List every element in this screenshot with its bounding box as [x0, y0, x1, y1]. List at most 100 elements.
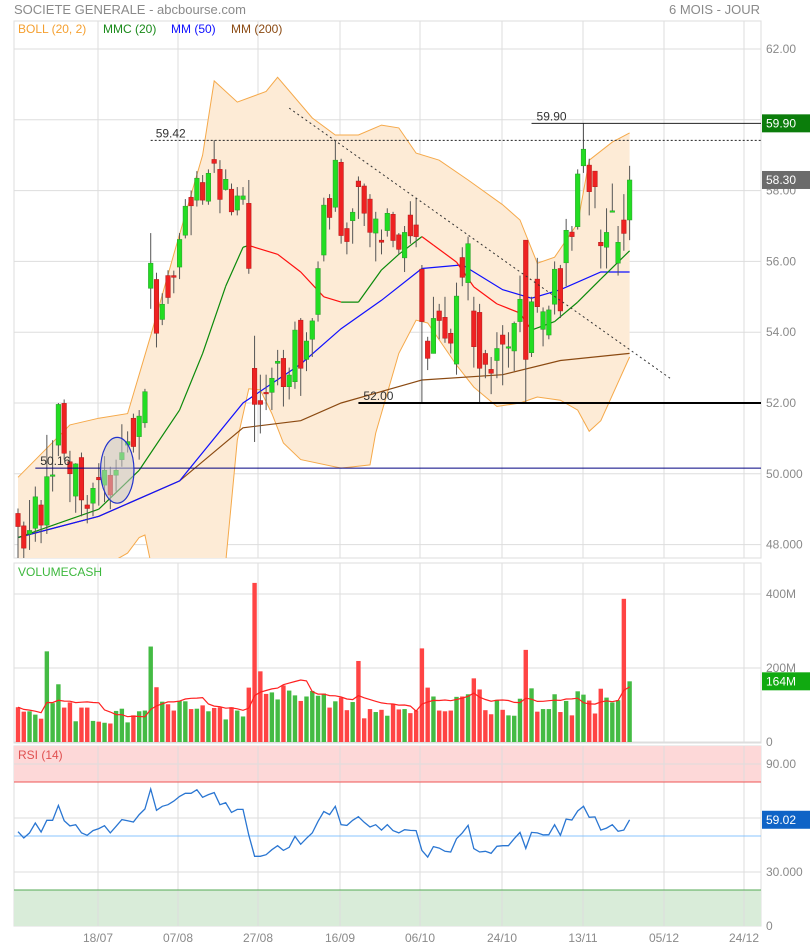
candle-body-down [459, 257, 465, 278]
candle-body-down [338, 162, 344, 236]
candle-body-down [367, 198, 373, 233]
chart-title: SOCIETE GENERALE - abcbourse.com [14, 2, 246, 17]
legend-mmc20[interactable]: MMC (20) [103, 22, 156, 36]
candle-body-down [38, 504, 44, 526]
candle-body-up [205, 173, 211, 202]
legend-mm50[interactable]: MM (50) [171, 22, 216, 36]
rsi-oversold-zone [14, 890, 761, 926]
candle-body-up [528, 301, 535, 353]
volume-tick-label: 0 [766, 735, 773, 749]
candle-body-down [442, 317, 448, 339]
rsi-tick-label: 30.000 [766, 865, 803, 879]
period-selector[interactable]: 6 MOIS - JOUR [669, 2, 760, 17]
candle-body-up [275, 360, 281, 364]
x-tick-label: 07/08 [163, 931, 193, 945]
volume-bar [298, 700, 303, 742]
volume-bar [488, 714, 494, 742]
volume-bar [535, 711, 540, 742]
candle-body-up [177, 239, 183, 268]
candle-body-up [603, 232, 610, 248]
candle-body-down [592, 170, 598, 187]
level-label: 59.42 [156, 126, 186, 140]
volume-bar [171, 710, 176, 742]
candle-body-up [269, 377, 275, 393]
volume-bar [108, 723, 113, 742]
volume-bar [437, 710, 442, 742]
candle-body-down [482, 353, 488, 365]
volume-bar [413, 710, 419, 742]
candle-body-down [569, 231, 575, 237]
candle [292, 321, 298, 389]
candle-body-down [477, 312, 483, 369]
volume-bar [27, 711, 32, 742]
volume-bar [465, 694, 471, 742]
volume-bar [367, 709, 373, 742]
volume-bar [379, 709, 384, 742]
legend: BOLL (20, 2) MMC (20) MM (50) MM (200) [18, 22, 282, 36]
x-tick-label: 05/12 [649, 931, 679, 945]
volume-bar [21, 711, 26, 742]
candle-body-down [257, 400, 263, 405]
volume-bar [598, 688, 603, 742]
volume-bar [390, 703, 396, 742]
candle-body-up [465, 243, 471, 283]
candle-body-down [598, 242, 604, 247]
volume-bar [587, 700, 592, 742]
volume-bar [454, 696, 459, 742]
volume-bar [540, 709, 546, 742]
volume-bar [113, 710, 119, 742]
legend-boll[interactable]: BOLL (20, 2) [18, 22, 86, 36]
volume-bar [67, 702, 73, 742]
volume-bar [33, 714, 38, 742]
candle-body-down [488, 369, 494, 374]
candle-body-up [303, 340, 310, 360]
candle-body-up [50, 474, 56, 477]
volume-bar [38, 718, 44, 742]
volume-bar [217, 707, 223, 742]
volume-bar [494, 699, 500, 742]
candle-body-down [84, 504, 90, 509]
candle-body-down [586, 164, 592, 192]
volume-tag: 164M [762, 672, 810, 691]
x-tick-label: 27/08 [243, 931, 273, 945]
candle-body-down [246, 203, 252, 269]
candle-body-down [280, 358, 286, 387]
candle-body-up [609, 210, 615, 213]
volume-bar [569, 715, 575, 742]
level-label: 59.90 [537, 109, 567, 123]
candle-body-down [621, 219, 627, 234]
candle-body-down [252, 368, 258, 405]
volume-bar [310, 690, 315, 742]
volume-bar [90, 720, 96, 742]
volume-bar [183, 701, 188, 742]
stock-chart: SOCIETE GENERALE - abcbourse.com 6 MOIS … [13, 2, 810, 945]
candle-body-down [500, 334, 506, 345]
volume-bar [356, 660, 361, 742]
volume-bar [442, 711, 448, 742]
price-tick-label: 62.00 [766, 42, 796, 56]
candle-body-down [130, 417, 136, 447]
price-tag-text: 58.30 [766, 173, 796, 187]
candle-body-up [350, 211, 356, 221]
legend-mm200[interactable]: MM (200) [231, 22, 282, 36]
volume-bar [160, 701, 165, 742]
x-tick-label: 06/10 [405, 931, 435, 945]
candle-body-up [136, 415, 142, 437]
volume-bar [500, 709, 505, 742]
volume-bar [338, 697, 344, 742]
candle-body-up [148, 262, 154, 289]
candle-body-up [430, 318, 436, 354]
volume-tag-text: 164M [766, 674, 796, 688]
candle-body-up [55, 404, 61, 446]
candle [130, 413, 136, 453]
candle-body-down [211, 159, 217, 164]
volume-bar [258, 671, 263, 742]
volume-bar [223, 719, 228, 742]
volume-title: VOLUMECASH [18, 565, 102, 579]
candle-body-up [182, 205, 188, 236]
volume-bar [61, 707, 67, 742]
candle-body-down [188, 197, 194, 207]
candle-body-down [344, 228, 350, 242]
volume-bar [506, 715, 511, 742]
volume-bar [148, 646, 153, 742]
